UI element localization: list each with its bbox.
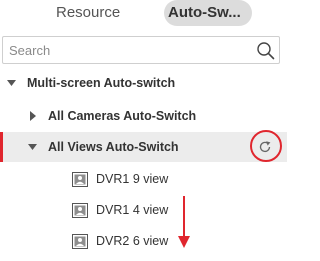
view-item-label: DVR1 4 view (96, 203, 169, 217)
tree-node-all-cameras[interactable]: All Cameras Auto-Switch (0, 101, 287, 131)
caret-down-icon[interactable] (28, 143, 37, 151)
view-icon (72, 203, 88, 218)
selection-indicator (0, 132, 3, 162)
search-icon[interactable] (256, 41, 275, 60)
tab-bar: Resource Auto-Sw... (0, 0, 287, 30)
tab-resource[interactable]: Resource (56, 0, 120, 26)
caret-right-icon[interactable] (29, 111, 37, 121)
tree-node-label: Multi-screen Auto-switch (27, 76, 176, 90)
refresh-icon (259, 141, 271, 153)
view-item[interactable]: DVR2 6 view (0, 227, 287, 255)
view-item[interactable]: DVR1 4 view (0, 196, 287, 224)
view-item-label: DVR1 9 view (96, 172, 169, 186)
tree-node-label: All Views Auto-Switch (48, 140, 179, 154)
tree-node-label: All Cameras Auto-Switch (48, 109, 197, 123)
view-icon (72, 172, 88, 187)
view-icon (72, 234, 88, 249)
search-input[interactable] (9, 40, 249, 60)
tab-auto-switch[interactable]: Auto-Sw... (164, 0, 252, 26)
view-item-label: DVR2 6 view (96, 234, 169, 248)
tree-node-all-views[interactable]: All Views Auto-Switch (0, 132, 287, 162)
refresh-button[interactable] (250, 132, 280, 162)
search-box (2, 36, 280, 64)
caret-down-icon[interactable] (7, 79, 16, 87)
view-item[interactable]: DVR1 9 view (0, 165, 287, 193)
tree-node-multi-screen[interactable]: Multi-screen Auto-switch (0, 68, 287, 98)
